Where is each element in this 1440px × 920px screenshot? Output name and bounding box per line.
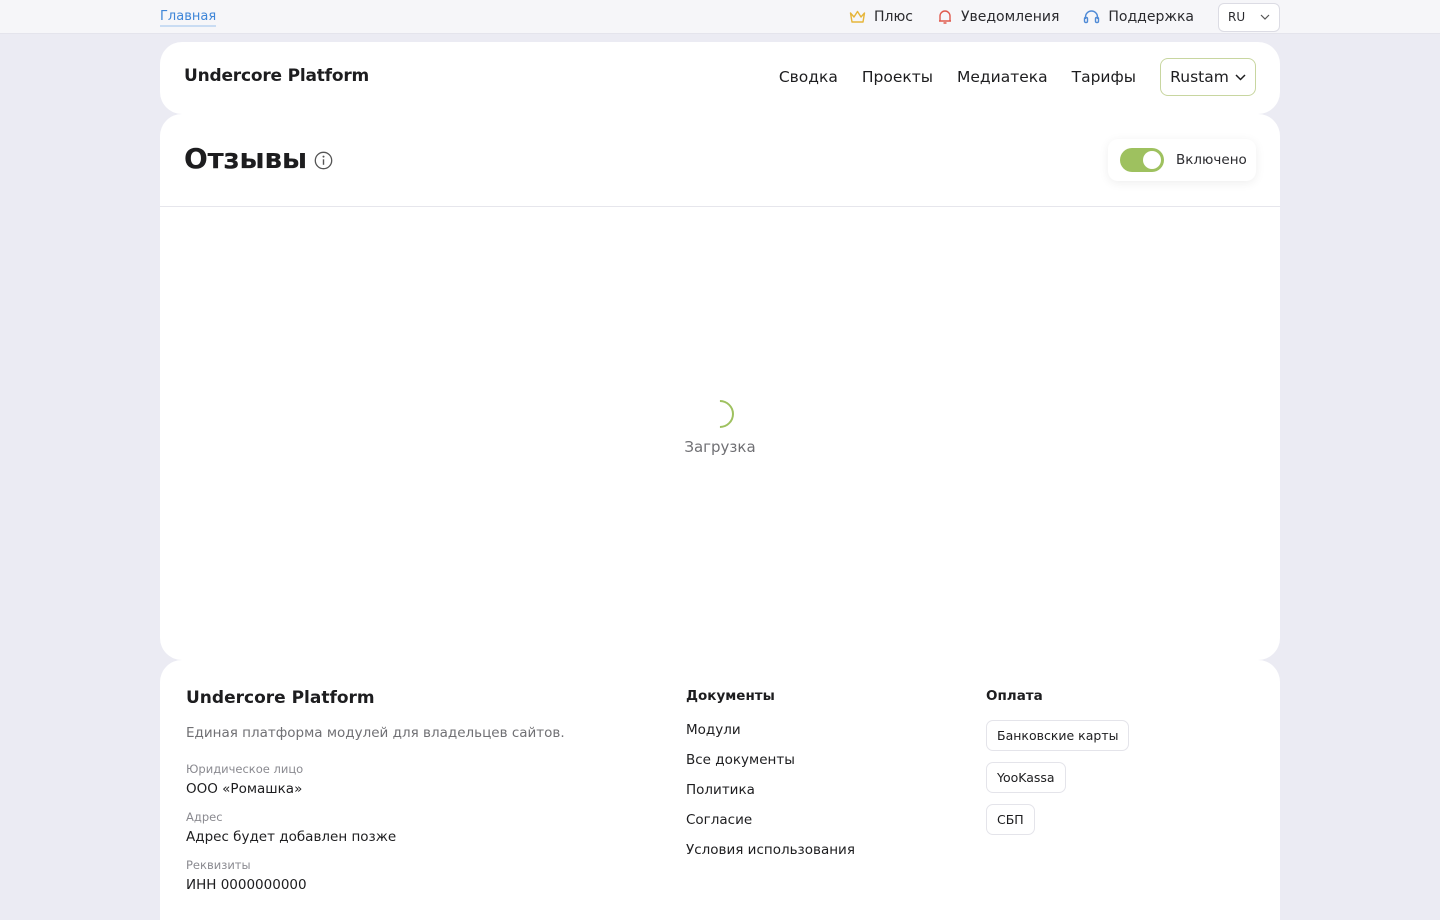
- bell-icon: [938, 10, 951, 24]
- module-toggle[interactable]: Включено: [1108, 139, 1256, 181]
- spinner-icon: [700, 394, 740, 434]
- nav-projects[interactable]: Проекты: [862, 68, 933, 86]
- support-label: Поддержка: [1108, 9, 1194, 25]
- legal-entity-label: Юридическое лицо: [186, 762, 304, 776]
- payment-title: Оплата: [986, 688, 1043, 704]
- payment-sbp: СБП: [986, 804, 1035, 835]
- doc-link-terms[interactable]: Условия использования: [686, 842, 855, 858]
- user-menu-button[interactable]: Rustam: [1160, 58, 1256, 96]
- loading-text: Загрузка: [684, 438, 756, 456]
- user-name: Rustam: [1170, 68, 1229, 86]
- top-links: Плюс Уведомления Поддержка RU: [849, 2, 1280, 32]
- plus-link[interactable]: Плюс: [849, 9, 913, 25]
- doc-link-policy[interactable]: Политика: [686, 782, 755, 798]
- doc-link-modules[interactable]: Модули: [686, 722, 741, 738]
- legal-entity-value: ООО «Ромашка»: [186, 781, 303, 797]
- footer: Undercore Platform Единая платформа моду…: [160, 660, 1280, 920]
- notifications-link[interactable]: Уведомления: [937, 9, 1059, 25]
- doc-link-all-documents[interactable]: Все документы: [686, 752, 795, 768]
- toggle-label: Включено: [1176, 152, 1247, 168]
- breadcrumb-home[interactable]: Главная: [160, 9, 217, 27]
- nav-media-library[interactable]: Медиатека: [957, 68, 1048, 86]
- header-logo[interactable]: Undercore Platform: [184, 66, 369, 86]
- language-select[interactable]: RU: [1218, 2, 1280, 32]
- page-header: Отзывы Включено: [160, 114, 1280, 207]
- toggle-switch[interactable]: [1120, 148, 1164, 172]
- notifications-label: Уведомления: [960, 9, 1060, 25]
- main-panel: Отзывы Включено Загрузка: [160, 114, 1280, 660]
- plus-label: Плюс: [873, 9, 913, 25]
- documents-title: Документы: [686, 688, 775, 704]
- support-link[interactable]: Поддержка: [1083, 9, 1194, 25]
- footer-description: Единая платформа модулей для владельцев …: [186, 725, 565, 741]
- details-label: Реквизиты: [186, 858, 251, 872]
- language-value: RU: [1228, 10, 1246, 24]
- address-label: Адрес: [186, 810, 223, 824]
- nav-tariffs[interactable]: Тарифы: [1072, 68, 1136, 86]
- page-title: Отзывы: [184, 142, 307, 175]
- headset-icon: [1084, 10, 1100, 24]
- info-icon[interactable]: [314, 151, 333, 170]
- footer-logo: Undercore Platform: [186, 688, 375, 708]
- doc-link-consent[interactable]: Согласие: [686, 812, 752, 828]
- loading-indicator: Загрузка: [160, 394, 1280, 456]
- crown-icon: [849, 10, 866, 23]
- nav-summary[interactable]: Сводка: [779, 68, 838, 86]
- payment-yookassa: YooKassa: [986, 762, 1066, 793]
- main-nav: Сводка Проекты Медиатека Тарифы Rustam: [779, 58, 1256, 96]
- chevron-down-icon: [1260, 14, 1270, 20]
- details-value: ИНН 0000000000: [186, 877, 307, 893]
- chevron-down-icon: [1235, 73, 1246, 81]
- payment-bank-cards: Банковские карты: [986, 720, 1130, 751]
- main-header: Undercore Platform Сводка Проекты Медиат…: [160, 42, 1280, 114]
- address-value: Адрес будет добавлен позже: [186, 829, 397, 845]
- top-bar: Главная Плюс Уведомления Поддержка RU: [0, 0, 1440, 34]
